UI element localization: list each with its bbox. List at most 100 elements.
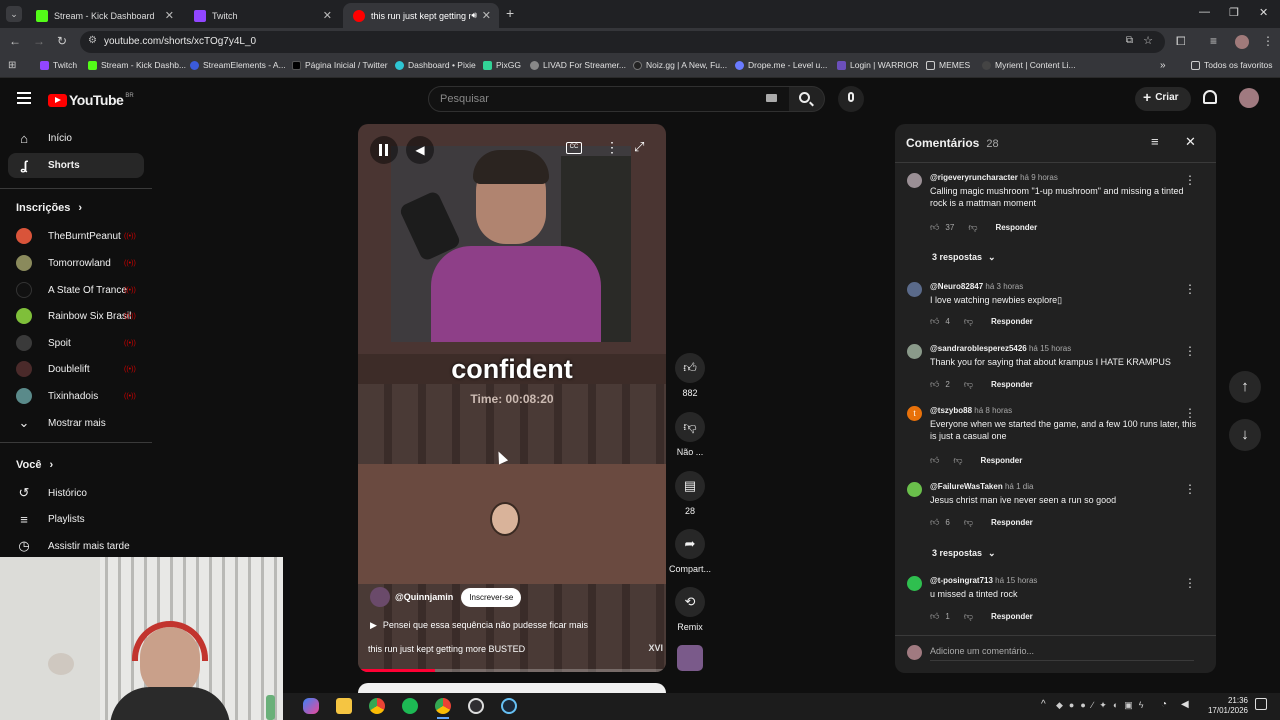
bookmark-item[interactable]: Stream - Kick Dashb...: [88, 60, 186, 70]
chrome-icon[interactable]: [369, 698, 385, 714]
tab-twitch[interactable]: Twitch ✕: [184, 3, 340, 28]
all-bookmarks-folder[interactable]: Todos os favoritos: [1191, 60, 1273, 70]
network-icon[interactable]: ◔: [1161, 699, 1167, 710]
commenter-avatar[interactable]: [907, 576, 922, 591]
bookmark-item[interactable]: Myrient | Content Li...: [982, 60, 1076, 70]
sidebar-item-home[interactable]: ⌂ Início: [16, 131, 72, 146]
bookmark-item[interactable]: Página Inicial / Twitter: [292, 60, 388, 70]
subscription-item[interactable]: A State Of Trance ((•)): [16, 282, 136, 298]
file-explorer-icon[interactable]: [336, 698, 352, 714]
comment-author[interactable]: @rigeveryruncharacter: [930, 173, 1018, 182]
like-button[interactable]: 👍︎: [675, 353, 705, 383]
chrome-active-icon[interactable]: [435, 698, 451, 714]
comment-author[interactable]: @Neuro82847: [930, 282, 983, 291]
search-input[interactable]: Pesquisar: [428, 86, 790, 112]
create-button[interactable]: + Criar: [1135, 87, 1191, 111]
channel-avatar[interactable]: [370, 587, 390, 607]
subscription-item[interactable]: Doublelift ((•)): [16, 361, 136, 377]
volume-tray-icon[interactable]: ◀: [1181, 699, 1189, 710]
site-info-icon[interactable]: ⚙︎: [88, 35, 97, 46]
apps-grid-icon[interactable]: ⊞: [8, 60, 16, 71]
close-comments-icon[interactable]: ✕: [1185, 134, 1196, 150]
commenter-avatar[interactable]: t: [907, 406, 922, 421]
extensions-icon[interactable]: ⧠: [1176, 34, 1186, 49]
subscription-item[interactable]: Tixinhadois ((•)): [16, 388, 136, 404]
fullscreen-icon[interactable]: ⤢: [634, 139, 644, 155]
reply-button[interactable]: Responder: [991, 612, 1033, 621]
description-row[interactable]: ▶ Pensei que essa sequência não pudesse …: [370, 620, 588, 631]
like-comment-icon[interactable]: 👍︎: [930, 517, 939, 528]
close-tab-icon[interactable]: ✕: [323, 9, 332, 22]
comment-author[interactable]: @FailureWasTaken: [930, 482, 1003, 491]
notifications-bell-icon[interactable]: [1203, 90, 1217, 104]
add-comment-input[interactable]: Adicione um comentário...: [930, 646, 1194, 661]
subscription-item[interactable]: Rainbow Six Brasil ((•)): [16, 308, 136, 324]
like-comment-icon[interactable]: 👍︎: [930, 316, 939, 327]
subscription-item[interactable]: Spoit ((•)): [16, 335, 136, 351]
commenter-avatar[interactable]: [907, 344, 922, 359]
system-clock[interactable]: 21:36 17/01/2026: [1200, 696, 1248, 716]
reply-button[interactable]: Responder: [991, 317, 1033, 326]
restore-icon[interactable]: ❐: [1229, 6, 1239, 19]
tab-kick-dashboard[interactable]: Stream - Kick Dashboard ✕: [26, 3, 182, 28]
forward-icon[interactable]: →: [33, 34, 45, 48]
short-video-player[interactable]: confident Time: 00:08:20 ◀ CC ⋮ ⤢ @Quinn…: [358, 124, 666, 672]
bookmark-item[interactable]: Twitch: [40, 60, 77, 70]
close-window-icon[interactable]: ✕: [1259, 6, 1268, 19]
sidebar-item-shorts-content[interactable]: ʆ Shorts: [16, 158, 79, 173]
browser-menu-icon[interactable]: ⋮: [1262, 34, 1274, 48]
steam-icon[interactable]: [501, 698, 517, 714]
comment-author[interactable]: @t-posingrat713: [930, 576, 993, 585]
voice-search-button[interactable]: [838, 86, 864, 112]
channel-name[interactable]: @Quinnjamin: [395, 592, 453, 602]
bookmark-item[interactable]: StreamElements - A...: [190, 60, 286, 70]
commenter-avatar[interactable]: [907, 482, 922, 497]
new-tab-button[interactable]: +: [506, 5, 514, 21]
subscription-item[interactable]: TheBurntPeanut ((•)): [16, 228, 136, 244]
spotify-icon[interactable]: [402, 698, 418, 714]
subscription-item[interactable]: Tomorrowland ((•)): [16, 255, 136, 271]
sidebar-item-playlists[interactable]: ≡ Playlists: [16, 512, 84, 527]
comment-author[interactable]: @sandraroblesperez5426: [930, 344, 1027, 353]
dislike-comment-icon[interactable]: 👎︎: [953, 455, 962, 466]
commenter-avatar[interactable]: [907, 173, 922, 188]
sound-thumbnail[interactable]: [677, 645, 703, 671]
copilot-icon[interactable]: [303, 698, 319, 714]
minimize-icon[interactable]: —: [1199, 6, 1210, 18]
subscriptions-heading[interactable]: Inscrições ›: [16, 202, 82, 214]
install-icon[interactable]: ⧉: [1126, 35, 1133, 46]
next-short-button[interactable]: ↓: [1229, 419, 1261, 451]
like-comment-icon[interactable]: 👍︎: [930, 222, 939, 233]
bookmark-item[interactable]: Login | WARRIOR: [837, 60, 919, 70]
captions-button[interactable]: CC: [566, 142, 582, 154]
bookmark-star-icon[interactable]: ☆: [1143, 34, 1153, 47]
share-button[interactable]: ➦: [675, 529, 705, 559]
dislike-comment-icon[interactable]: 👎︎: [964, 379, 973, 390]
view-replies-button[interactable]: 3 respostas ⌄: [932, 548, 996, 559]
tray-overflow-icon[interactable]: ^: [1041, 699, 1046, 710]
bookmarks-overflow-icon[interactable]: »: [1160, 60, 1166, 71]
dislike-button[interactable]: 👎︎: [675, 412, 705, 442]
tab-list-dropdown-icon[interactable]: ⌄: [6, 6, 22, 22]
close-tab-icon[interactable]: ✕: [482, 9, 491, 22]
reply-button[interactable]: Responder: [991, 380, 1033, 389]
dislike-comment-icon[interactable]: 👎︎: [964, 517, 973, 528]
youtube-logo[interactable]: YouTube BR: [48, 92, 134, 108]
pause-button[interactable]: [370, 136, 398, 164]
like-comment-icon[interactable]: 👍︎: [930, 611, 939, 622]
tab-youtube-short[interactable]: this run just kept getting m 🔊︎ ✕: [343, 3, 499, 28]
comment-options-icon[interactable]: ⋮: [1184, 482, 1196, 496]
sidebar-item-history[interactable]: ↺ Histórico: [16, 485, 87, 501]
view-replies-button[interactable]: 3 respostas ⌄: [932, 252, 996, 263]
profile-avatar[interactable]: [1235, 35, 1249, 49]
reply-button[interactable]: Responder: [981, 456, 1023, 465]
sidebar-item-watch-later[interactable]: ◷ Assistir mais tarde: [16, 538, 129, 554]
volume-button[interactable]: ◀: [406, 136, 434, 164]
subscribe-button[interactable]: Inscrever-se: [461, 587, 522, 607]
remix-button[interactable]: ⟲: [675, 587, 705, 617]
bookmark-item[interactable]: Drope.me - Level u...: [735, 60, 827, 70]
like-comment-icon[interactable]: 👍︎: [930, 455, 939, 466]
dislike-comment-icon[interactable]: 👎︎: [968, 222, 977, 233]
tab-audio-icon[interactable]: 🔊︎: [471, 10, 477, 21]
notifications-icon[interactable]: [1255, 698, 1267, 710]
